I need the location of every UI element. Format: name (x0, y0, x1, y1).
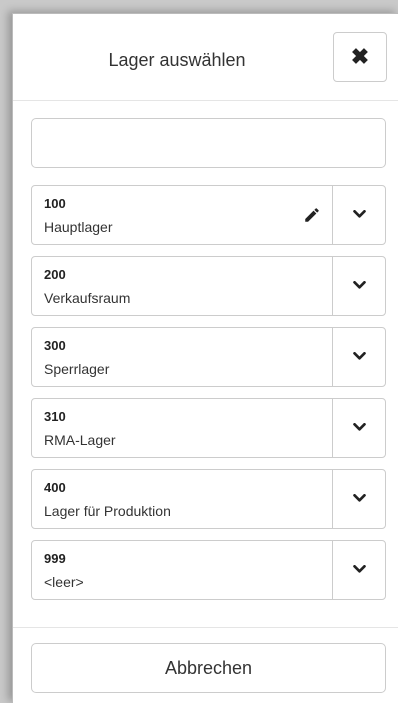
warehouse-code: 200 (44, 267, 66, 282)
chevron-down-icon (352, 348, 366, 366)
chevron-down-icon (352, 490, 366, 508)
warehouse-name: Verkaufsraum (44, 290, 131, 306)
warehouse-name: Hauptlager (44, 219, 113, 235)
warehouse-item-310[interactable]: 310 RMA-Lager (31, 398, 386, 458)
warehouse-name: Sperrlager (44, 361, 110, 377)
chevron-down-icon (352, 561, 366, 579)
dialog-title: Lager auswählen (108, 50, 246, 70)
pencil-icon[interactable] (303, 206, 321, 224)
cancel-button[interactable]: Abbrechen (31, 643, 386, 693)
warehouse-name: Lager für Produktion (44, 503, 171, 519)
expand-button[interactable] (332, 328, 385, 386)
warehouse-item-300[interactable]: 300 Sperrlager (31, 327, 386, 387)
chevron-down-icon (352, 206, 366, 224)
warehouse-code: 400 (44, 480, 66, 495)
chevron-down-icon (352, 419, 366, 437)
warehouse-item-100[interactable]: 100 Hauptlager (31, 185, 386, 245)
warehouse-code: 100 (44, 196, 66, 211)
warehouse-list: 100 Hauptlager 200 Verkaufsraum 300 Sperrlage… (31, 185, 386, 611)
close-icon: ✖ (350, 44, 370, 69)
close-button[interactable]: ✖ (333, 32, 387, 82)
warehouse-item-200[interactable]: 200 Verkaufsraum (31, 256, 386, 316)
warehouse-name: <leer> (44, 574, 84, 590)
expand-button[interactable] (332, 399, 385, 457)
warehouse-name: RMA-Lager (44, 432, 116, 448)
search-input[interactable] (31, 118, 386, 168)
dialog-header: Lager auswählen ✖ (13, 14, 398, 101)
chevron-down-icon (352, 277, 366, 295)
warehouse-item-999[interactable]: 999 <leer> (31, 540, 386, 600)
warehouse-item-400[interactable]: 400 Lager für Produktion (31, 469, 386, 529)
warehouse-code: 310 (44, 409, 66, 424)
warehouse-code: 999 (44, 551, 66, 566)
expand-button[interactable] (332, 541, 385, 599)
expand-button[interactable] (332, 470, 385, 528)
expand-button[interactable] (332, 257, 385, 315)
expand-button[interactable] (332, 186, 385, 244)
warehouse-select-dialog: Lager auswählen ✖ 100 Hauptlager 200 Verkau… (12, 13, 398, 703)
footer-divider (13, 627, 398, 628)
warehouse-code: 300 (44, 338, 66, 353)
